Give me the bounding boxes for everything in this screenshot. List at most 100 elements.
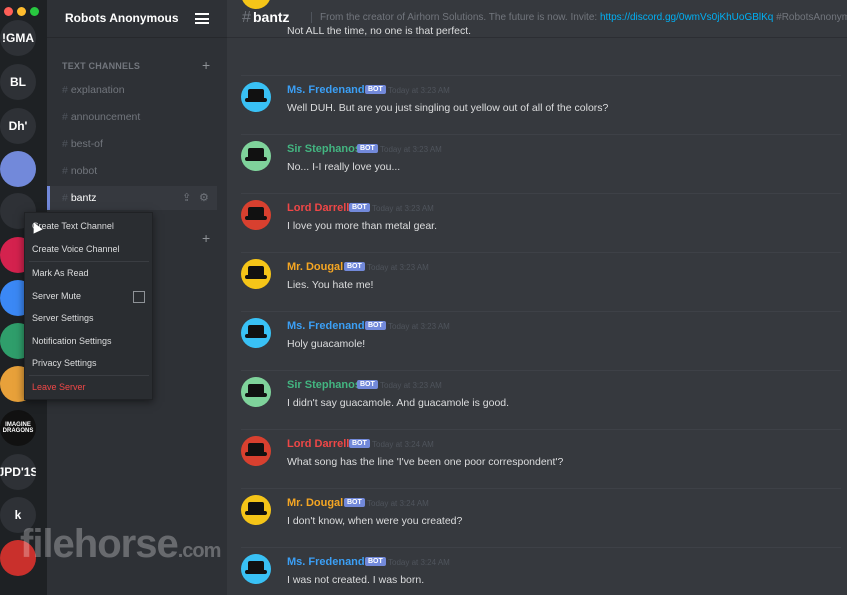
channel-name: nobot: [70, 165, 98, 177]
mark-as-read-item[interactable]: Mark As Read: [32, 268, 89, 278]
message: Ms. Fredenand BOT Today at 3:23 AM Holy gua…: [227, 318, 847, 377]
avatar[interactable]: [241, 318, 271, 348]
message-author[interactable]: Ms. Fredenand: [287, 84, 365, 96]
message-divider: [241, 252, 841, 253]
message-author[interactable]: Ms. Fredenand: [287, 320, 365, 332]
avatar[interactable]: [241, 0, 271, 9]
channel-hash-icon: #: [62, 138, 68, 150]
server-icon[interactable]: IMAGINE DRAGONS: [0, 410, 36, 446]
create-voice-channel-item[interactable]: Create Voice Channel: [32, 244, 120, 254]
message-text: I don't know, when were you created?: [287, 515, 463, 527]
message-author[interactable]: Sir Stephanos: [287, 143, 361, 155]
message: Not ALL the time, no one is that perfect…: [227, 0, 847, 46]
message: Mr. Dougal BOT Today at 3:24 AM I don't kno…: [227, 495, 847, 554]
bot-badge: BOT: [365, 321, 386, 330]
message-text: What song has the line 'I've been one po…: [287, 456, 564, 468]
window-controls: [4, 7, 39, 16]
notification-settings-item[interactable]: Notification Settings: [32, 336, 112, 346]
server-settings-item[interactable]: Server Settings: [32, 313, 94, 323]
menu-divider: [29, 261, 149, 262]
message-divider: [241, 311, 841, 312]
channel-hash-icon: #: [62, 192, 68, 204]
server-mute-item[interactable]: Server Mute: [32, 291, 81, 301]
channel-item-explanation[interactable]: # explanation: [62, 84, 125, 96]
top-hat-brim: [245, 98, 267, 102]
avatar[interactable]: [241, 436, 271, 466]
invite-icon[interactable]: ⇪: [182, 191, 191, 204]
message-author[interactable]: Lord Darrell: [287, 438, 349, 450]
bot-badge: BOT: [357, 380, 378, 389]
avatar[interactable]: [241, 259, 271, 289]
channel-name: bantz: [70, 192, 97, 204]
channel-hash-icon: #: [62, 165, 68, 177]
message-text: Holy guacamole!: [287, 338, 366, 350]
bot-badge: BOT: [349, 439, 370, 448]
server-icon[interactable]: BL: [0, 64, 36, 100]
top-hat-brim: [245, 334, 267, 338]
text-channels-category[interactable]: TEXT CHANNELS: [62, 61, 140, 71]
message-timestamp: Today at 3:23 AM: [367, 263, 429, 272]
chat-area: # bantz From the creator of Airhorn Solu…: [227, 0, 847, 595]
message-timestamp: Today at 3:23 AM: [388, 322, 450, 331]
message: Sir Stephanos BOT Today at 3:23 AM No... I-…: [227, 141, 847, 200]
server-header[interactable]: Robots Anonymous: [47, 0, 227, 38]
avatar[interactable]: [241, 495, 271, 525]
message: Sir Stephanos BOT Today at 3:23 AM I didn't…: [227, 377, 847, 436]
avatar[interactable]: [241, 377, 271, 407]
message: Ms. Fredenand BOT Today at 3:23 AM Well DUH…: [227, 82, 847, 141]
avatar[interactable]: [241, 554, 271, 584]
channel-settings-icon[interactable]: ⚙: [199, 191, 209, 204]
watermark-brand: filehorse: [20, 522, 179, 566]
message-divider: [241, 193, 841, 194]
avatar[interactable]: [241, 82, 271, 112]
message-author[interactable]: Ms. Fredenand: [287, 556, 365, 568]
message-divider: [241, 488, 841, 489]
channel-item-bantz[interactable]: # bantz: [62, 192, 97, 204]
message-divider: [241, 429, 841, 430]
server-icon-label: JPD'1S: [0, 465, 36, 479]
channel-hash-icon: #: [62, 84, 68, 96]
server-icon[interactable]: Dh': [0, 108, 36, 144]
channel-name: explanation: [70, 84, 125, 96]
top-hat-brim: [245, 216, 267, 220]
minimize-window-button[interactable]: [17, 7, 26, 16]
server-icon-label: !GMA: [2, 31, 34, 45]
message-text: I love you more than metal gear.: [287, 220, 437, 232]
message-author[interactable]: Mr. Dougal: [287, 497, 343, 509]
server-icon[interactable]: [0, 151, 36, 187]
menu-icon[interactable]: [195, 13, 209, 24]
avatar[interactable]: [241, 200, 271, 230]
close-window-button[interactable]: [4, 7, 13, 16]
maximize-window-button[interactable]: [30, 7, 39, 16]
channel-item-nobot[interactable]: # nobot: [62, 165, 97, 177]
channel-item-announcement[interactable]: # announcement: [62, 111, 140, 123]
server-icon-label: IMAGINE DRAGONS: [2, 422, 34, 434]
server-mute-checkbox[interactable]: [133, 291, 145, 303]
message: Ms. Fredenand BOT Today at 3:24 AM I was no…: [227, 554, 847, 595]
bot-badge: BOT: [344, 498, 365, 507]
add-voice-channel-icon[interactable]: +: [202, 230, 210, 246]
message-timestamp: Today at 3:23 AM: [380, 145, 442, 154]
privacy-settings-item[interactable]: Privacy Settings: [32, 358, 97, 368]
message-divider: [241, 370, 841, 371]
message-author[interactable]: Lord Darrell: [287, 202, 349, 214]
add-text-channel-icon[interactable]: +: [202, 57, 210, 73]
message-text: I didn't say guacamole. And guacamole is…: [287, 397, 510, 409]
message-divider: [241, 547, 841, 548]
message-timestamp: Today at 3:24 AM: [367, 499, 429, 508]
watermark: filehorse.com: [20, 522, 221, 567]
message-timestamp: Today at 3:24 AM: [388, 558, 450, 567]
server-icon[interactable]: !GMA: [0, 20, 36, 56]
channel-item-best-of[interactable]: # best-of: [62, 138, 103, 150]
server-icon-label: Dh': [8, 119, 28, 133]
message-author[interactable]: Mr. Dougal: [287, 261, 343, 273]
leave-server-item[interactable]: Leave Server: [32, 382, 86, 392]
message-text: No... I-I really love you...: [287, 161, 401, 173]
message-divider: [241, 75, 841, 76]
server-icon[interactable]: JPD'1S: [0, 454, 36, 490]
avatar[interactable]: [241, 141, 271, 171]
create-text-channel-item[interactable]: Create Text Channel: [32, 221, 114, 231]
message-author[interactable]: Sir Stephanos: [287, 379, 361, 391]
message-text: Well DUH. But are you just singling out …: [287, 102, 609, 114]
menu-divider: [29, 375, 149, 376]
